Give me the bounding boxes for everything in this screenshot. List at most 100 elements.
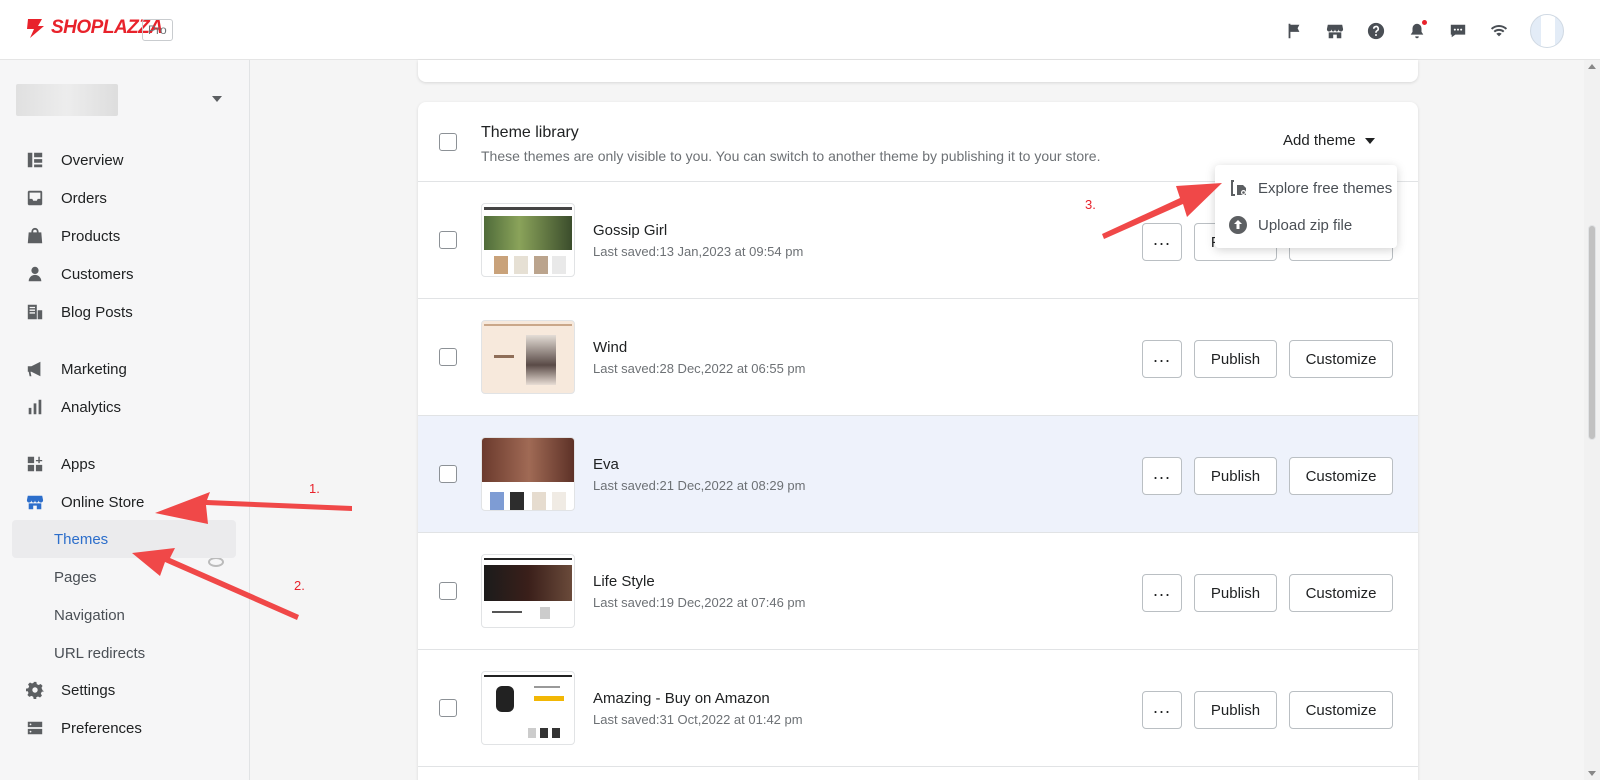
publish-button[interactable]: Publish: [1194, 457, 1277, 495]
sidebar-item-label: Overview: [61, 151, 124, 169]
select-all-checkbox[interactable]: [439, 133, 457, 151]
theme-name: Wind: [593, 339, 628, 356]
theme-checkbox[interactable]: [439, 465, 457, 483]
logo-mark-icon: [27, 19, 44, 38]
explore-free-themes-item[interactable]: Explore free themes: [1215, 170, 1397, 206]
sidebar-item-customers[interactable]: Customers: [18, 258, 236, 290]
sidebar-item-label: Analytics: [61, 398, 122, 416]
theme-checkbox[interactable]: [439, 582, 457, 600]
theme-library-description: These themes are only visible to you. Yo…: [481, 148, 1101, 164]
sidebar-item-label: Apps: [61, 455, 96, 473]
sidebar-subitem-themes[interactable]: Themes: [12, 520, 236, 558]
add-theme-label: Add theme: [1283, 132, 1356, 149]
theme-row: Life Style Last saved:19 Dec,2022 at 07:…: [418, 533, 1418, 650]
sidebar-item-settings[interactable]: Settings: [18, 674, 236, 706]
theme-name: Gossip Girl: [593, 222, 668, 239]
sidebar-subitem-pages[interactable]: Pages: [12, 558, 236, 596]
add-theme-button[interactable]: Add theme: [1283, 132, 1375, 149]
theme-name: Eva: [593, 456, 619, 473]
customize-button[interactable]: Customize: [1289, 340, 1393, 378]
sidebar-item-products[interactable]: Products: [18, 220, 236, 252]
megaphone-icon: [27, 361, 41, 377]
customize-button[interactable]: Customize: [1289, 691, 1393, 729]
chat-icon[interactable]: [1447, 20, 1469, 42]
theme-thumbnail: [481, 320, 575, 394]
publish-button[interactable]: Publish: [1194, 691, 1277, 729]
sidebar-item-preferences[interactable]: Preferences: [18, 712, 236, 744]
theme-thumbnail: [481, 671, 575, 745]
storefront-icon[interactable]: [1324, 20, 1346, 42]
annotation-step-3: 3.: [1085, 197, 1096, 212]
theme-last-saved: Last saved:28 Dec,2022 at 06:55 pm: [593, 361, 806, 376]
store-switcher[interactable]: [16, 82, 224, 118]
more-actions-button[interactable]: ...: [1142, 691, 1182, 729]
sidebar-item-online-store[interactable]: Online Store: [18, 486, 236, 518]
chevron-down-icon: [212, 96, 222, 102]
scrollbar-thumb[interactable]: [1588, 225, 1596, 440]
theme-name: Life Style: [593, 573, 655, 590]
sidebar-item-label: Online Store: [61, 493, 145, 511]
sidebar: Overview Orders Products Customers Blog …: [0, 60, 250, 780]
theme-checkbox[interactable]: [439, 699, 457, 717]
bar-chart-icon: [28, 399, 42, 415]
previous-card: [418, 60, 1418, 82]
add-theme-dropdown: Explore free themes Upload zip file: [1215, 165, 1397, 248]
upload-icon: [1229, 216, 1247, 234]
sidebar-subitem-url-redirects[interactable]: URL redirects: [12, 634, 236, 672]
sidebar-item-label: Customers: [61, 265, 134, 283]
more-actions-button[interactable]: ...: [1142, 574, 1182, 612]
blog-icon: [27, 304, 43, 320]
notification-dot: [1422, 20, 1427, 25]
sidebar-item-overview[interactable]: Overview: [18, 144, 236, 176]
dropdown-item-label: Upload zip file: [1258, 216, 1353, 234]
overview-icon: [27, 152, 43, 168]
top-icons: [1264, 14, 1564, 48]
ellipsis-icon: ...: [1152, 580, 1171, 600]
theme-row: Eva Last saved:21 Dec,2022 at 08:29 pm .…: [418, 416, 1418, 533]
theme-row: Amazing - Buy on Amazon Last saved:31 Oc…: [418, 650, 1418, 767]
store-name-blurred: [16, 84, 118, 116]
theme-row: Wind Last saved:28 Dec,2022 at 06:55 pm …: [418, 299, 1418, 416]
theme-checkbox[interactable]: [439, 231, 457, 249]
wifi-icon[interactable]: [1488, 20, 1510, 42]
sidebar-item-label: Blog Posts: [61, 303, 133, 321]
bag-icon: [27, 227, 43, 244]
customize-button[interactable]: Customize: [1289, 457, 1393, 495]
bell-icon[interactable]: [1406, 20, 1428, 42]
sidebar-item-orders[interactable]: Orders: [18, 182, 236, 214]
help-icon[interactable]: [1365, 20, 1387, 42]
ellipsis-icon: ...: [1152, 463, 1171, 483]
avatar[interactable]: [1530, 14, 1564, 48]
publish-button[interactable]: Publish: [1194, 340, 1277, 378]
sidebar-item-label: Settings: [61, 681, 116, 699]
theme-last-saved: Last saved:13 Jan,2023 at 09:54 pm: [593, 244, 804, 259]
sidebar-item-apps[interactable]: Apps: [18, 448, 236, 480]
theme-tag-icon: [1231, 180, 1246, 196]
theme-checkbox[interactable]: [439, 348, 457, 366]
ellipsis-icon: ...: [1152, 229, 1171, 249]
server-icon: [27, 721, 43, 735]
more-actions-button[interactable]: ...: [1142, 223, 1182, 261]
scroll-down-arrow-icon[interactable]: [1588, 771, 1596, 776]
flag-icon[interactable]: [1283, 20, 1305, 42]
customize-button[interactable]: Customize: [1289, 574, 1393, 612]
sidebar-item-marketing[interactable]: Marketing: [18, 353, 236, 385]
more-actions-button[interactable]: ...: [1142, 340, 1182, 378]
theme-last-saved: Last saved:21 Dec,2022 at 08:29 pm: [593, 478, 806, 493]
upload-zip-file-item[interactable]: Upload zip file: [1215, 207, 1397, 243]
more-actions-button[interactable]: ...: [1142, 457, 1182, 495]
sidebar-item-blog-posts[interactable]: Blog Posts: [18, 296, 236, 328]
inbox-icon: [27, 190, 43, 206]
sidebar-subitem-navigation[interactable]: Navigation: [12, 596, 236, 634]
theme-thumbnail: [481, 203, 575, 277]
publish-button[interactable]: Publish: [1194, 574, 1277, 612]
store-icon: [26, 495, 44, 510]
annotation-step-1: 1.: [309, 481, 320, 496]
sidebar-item-label: Preferences: [61, 719, 142, 737]
person-icon: [28, 266, 42, 282]
sidebar-item-label: Marketing: [61, 360, 127, 378]
theme-thumbnail: [481, 437, 575, 511]
page-scrollbar[interactable]: [1584, 60, 1600, 780]
sidebar-item-analytics[interactable]: Analytics: [18, 391, 236, 423]
scroll-up-arrow-icon[interactable]: [1588, 64, 1596, 69]
